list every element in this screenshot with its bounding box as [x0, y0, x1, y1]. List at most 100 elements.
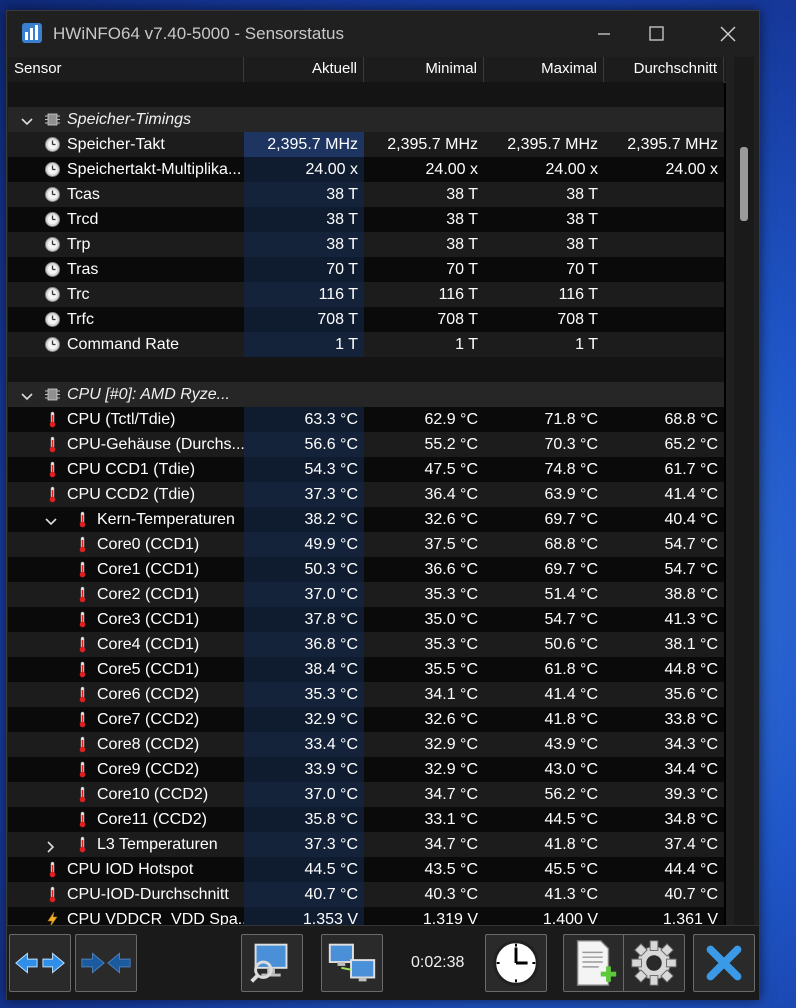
- sensor-name-cell[interactable]: Core9 (CCD2): [8, 757, 244, 782]
- sensor-row[interactable]: Trcd 38 T 38 T 38 T: [8, 207, 726, 232]
- sensor-name-cell[interactable]: CPU IOD Hotspot: [8, 857, 244, 882]
- sensor-row[interactable]: Core7 (CCD2) 32.9 °C 32.6 °C 41.8 °C 33.8 °C: [8, 707, 726, 732]
- chevron-right-icon[interactable]: [44, 837, 58, 853]
- sensor-name-cell[interactable]: CPU VDDCR_VDD Spa...: [8, 907, 244, 925]
- sensor-name-cell[interactable]: Kern-Temperaturen: [8, 507, 244, 532]
- minimize-button[interactable]: [581, 11, 627, 57]
- chevron-down-icon[interactable]: [44, 512, 58, 526]
- column-header-sensor[interactable]: Sensor: [8, 57, 244, 82]
- expand-arrows-button[interactable]: [9, 934, 71, 992]
- sensor-label: Core2 (CCD1): [97, 586, 200, 603]
- sensor-row[interactable]: CPU-Gehäuse (Durchs... 56.6 °C 55.2 °C 70.3…: [8, 432, 726, 457]
- sensor-name-cell[interactable]: Trp: [8, 232, 244, 257]
- sensor-label: Trc: [67, 286, 90, 303]
- sensor-name-cell[interactable]: Speicher-Takt: [8, 132, 244, 157]
- sensor-name-cell[interactable]: Core7 (CCD2): [8, 707, 244, 732]
- sensor-row[interactable]: Core8 (CCD2) 33.4 °C 32.9 °C 43.9 °C 34.3 °C: [8, 732, 726, 757]
- thermometer-icon: [74, 636, 91, 653]
- sensor-row[interactable]: Core11 (CCD2) 35.8 °C 33.1 °C 44.5 °C 34.8 °…: [8, 807, 726, 832]
- group-name-cell[interactable]: CPU [#0]: AMD Ryze...: [8, 382, 244, 407]
- minimum-value: 38 T: [364, 207, 484, 232]
- sensor-row[interactable]: Tcas 38 T 38 T 38 T: [8, 182, 726, 207]
- sensor-row[interactable]: Core0 (CCD1) 49.9 °C 37.5 °C 68.8 °C 54.7 °C: [8, 532, 726, 557]
- sensor-label: Core10 (CCD2): [97, 786, 209, 803]
- sensor-row[interactable]: Core2 (CCD1) 37.0 °C 35.3 °C 51.4 °C 38.8 °C: [8, 582, 726, 607]
- sensor-row[interactable]: CPU IOD Hotspot 44.5 °C 43.5 °C 45.5 °C 44.4…: [8, 857, 726, 882]
- column-header-minimum[interactable]: Minimal: [364, 57, 484, 82]
- sensor-row[interactable]: Core1 (CCD1) 50.3 °C 36.6 °C 69.7 °C 54.7 °C: [8, 557, 726, 582]
- maximum-value: 41.4 °C: [484, 682, 604, 707]
- average-value: 41.4 °C: [604, 482, 724, 507]
- chevron-down-icon[interactable]: [20, 112, 34, 126]
- sensor-row[interactable]: Core9 (CCD2) 33.9 °C 32.9 °C 43.0 °C 34.4 °C: [8, 757, 726, 782]
- column-header-maximum[interactable]: Maximal: [484, 57, 604, 82]
- sensor-name-cell[interactable]: Trcd: [8, 207, 244, 232]
- sensor-name-cell[interactable]: Core11 (CCD2): [8, 807, 244, 832]
- sensor-row[interactable]: Core5 (CCD1) 38.4 °C 35.5 °C 61.8 °C 44.8 °C: [8, 657, 726, 682]
- sensor-row[interactable]: Tras 70 T 70 T 70 T: [8, 257, 726, 282]
- sensor-name-cell[interactable]: Core3 (CCD1): [8, 607, 244, 632]
- sensor-name-cell[interactable]: CPU-Gehäuse (Durchs...: [8, 432, 244, 457]
- chevron-down-icon[interactable]: [20, 387, 34, 401]
- sensor-name-cell[interactable]: Core1 (CCD1): [8, 557, 244, 582]
- average-value: [604, 207, 724, 232]
- sensor-row[interactable]: CPU VDDCR_VDD Spa... 1.353 V 1.319 V 1.400 …: [8, 907, 726, 925]
- current-value: 24.00 x: [244, 157, 364, 182]
- sensor-row[interactable]: Speichertakt-Multiplika... 24.00 x 24.00 x…: [8, 157, 726, 182]
- sensor-name-cell[interactable]: Core2 (CCD1): [8, 582, 244, 607]
- sensor-row[interactable]: CPU CCD2 (Tdie) 37.3 °C 36.4 °C 63.9 °C 41.4…: [8, 482, 726, 507]
- scrollbar-thumb[interactable]: [740, 147, 748, 221]
- empty-cell: [364, 382, 484, 407]
- sensor-name-cell[interactable]: Tras: [8, 257, 244, 282]
- sensor-name-cell[interactable]: Core4 (CCD1): [8, 632, 244, 657]
- sensor-row[interactable]: Trfc 708 T 708 T 708 T: [8, 307, 726, 332]
- column-header-current[interactable]: Aktuell: [244, 57, 364, 82]
- sensor-name-cell[interactable]: Trc: [8, 282, 244, 307]
- vertical-scrollbar[interactable]: [734, 57, 754, 925]
- sensor-name-cell[interactable]: Core0 (CCD1): [8, 532, 244, 557]
- sensor-name-cell[interactable]: Core8 (CCD2): [8, 732, 244, 757]
- sensor-row[interactable]: CPU-IOD-Durchschnitt 40.7 °C 40.3 °C 41.3 °…: [8, 882, 726, 907]
- sensor-name-cell[interactable]: CPU CCD1 (Tdie): [8, 457, 244, 482]
- sensor-row[interactable]: Trp 38 T 38 T 38 T: [8, 232, 726, 257]
- log-file-button[interactable]: [563, 934, 625, 992]
- title-bar[interactable]: HWiNFO64 v7.40-5000 - Sensorstatus: [7, 11, 759, 57]
- reset-timer-button[interactable]: [485, 934, 547, 992]
- sensor-row[interactable]: Core6 (CCD2) 35.3 °C 34.1 °C 41.4 °C 35.6 °C: [8, 682, 726, 707]
- sensor-name-cell[interactable]: Command Rate: [8, 332, 244, 357]
- maximum-value: 50.6 °C: [484, 632, 604, 657]
- sensor-row[interactable]: Core3 (CCD1) 37.8 °C 35.0 °C 54.7 °C 41.3 °C: [8, 607, 726, 632]
- sensor-group-row[interactable]: CPU [#0]: AMD Ryze...: [8, 382, 726, 407]
- sensor-group-row[interactable]: Speicher-Timings: [8, 107, 726, 132]
- sensor-name-cell[interactable]: Core5 (CCD1): [8, 657, 244, 682]
- clock-icon: [44, 211, 61, 228]
- column-header-average[interactable]: Durchschnitt: [604, 57, 724, 82]
- sensor-label: CPU IOD Hotspot: [67, 861, 194, 878]
- sensor-name-cell[interactable]: CPU-IOD-Durchschnitt: [8, 882, 244, 907]
- close-sensors-button[interactable]: [693, 934, 755, 992]
- sensor-name-cell[interactable]: Trfc: [8, 307, 244, 332]
- sensor-name-cell[interactable]: Speichertakt-Multiplika...: [8, 157, 244, 182]
- sensor-name-cell[interactable]: CPU (Tctl/Tdie): [8, 407, 244, 432]
- sensor-name-cell[interactable]: Tcas: [8, 182, 244, 207]
- sensor-row[interactable]: Trc 116 T 116 T 116 T: [8, 282, 726, 307]
- sensor-row[interactable]: CPU (Tctl/Tdie) 63.3 °C 62.9 °C 71.8 °C 68.8…: [8, 407, 726, 432]
- network-monitor-button[interactable]: [241, 934, 303, 992]
- sensor-name-cell[interactable]: Core10 (CCD2): [8, 782, 244, 807]
- maximize-button[interactable]: [633, 11, 679, 57]
- sensor-row[interactable]: CPU CCD1 (Tdie) 54.3 °C 47.5 °C 74.8 °C 61.7…: [8, 457, 726, 482]
- sensor-row[interactable]: Core4 (CCD1) 36.8 °C 35.3 °C 50.6 °C 38.1 °C: [8, 632, 726, 657]
- network-share-button[interactable]: [321, 934, 383, 992]
- sensor-row[interactable]: Core10 (CCD2) 37.0 °C 34.7 °C 56.2 °C 39.3 °…: [8, 782, 726, 807]
- settings-button[interactable]: [623, 934, 685, 992]
- sensor-name-cell[interactable]: CPU CCD2 (Tdie): [8, 482, 244, 507]
- sensor-row[interactable]: Kern-Temperaturen 38.2 °C 32.6 °C 69.7 °C 40…: [8, 507, 726, 532]
- window-close-button[interactable]: [705, 11, 751, 57]
- sensor-row[interactable]: Command Rate 1 T1 T1 T: [8, 332, 726, 357]
- collapse-arrows-button[interactable]: [75, 934, 137, 992]
- sensor-row[interactable]: L3 Temperaturen 37.3 °C 34.7 °C 41.8 °C 37.4…: [8, 832, 726, 857]
- sensor-row[interactable]: Speicher-Takt 2,395.7 MHz 2,395.7 MHz 2,395…: [8, 132, 726, 157]
- sensor-name-cell[interactable]: L3 Temperaturen: [8, 832, 244, 857]
- sensor-name-cell[interactable]: Core6 (CCD2): [8, 682, 244, 707]
- group-name-cell[interactable]: Speicher-Timings: [8, 107, 244, 132]
